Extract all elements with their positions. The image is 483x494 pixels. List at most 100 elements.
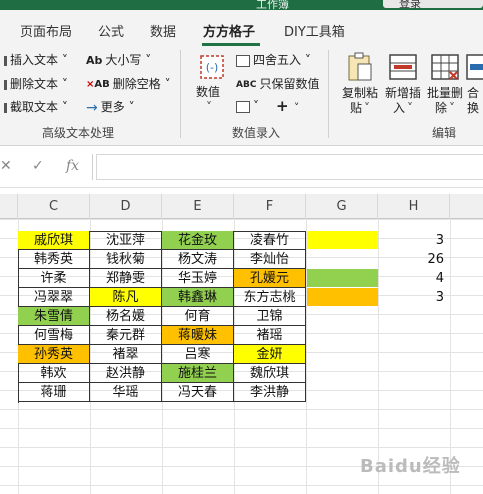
confirm-icon[interactable]: ✓: [32, 158, 44, 174]
formula-input[interactable]: [96, 154, 483, 180]
table-cell[interactable]: 杨文涛: [162, 250, 234, 269]
table-cell[interactable]: 何育: [162, 307, 234, 326]
merge-label-1: 合: [467, 86, 480, 100]
table-cell[interactable]: 华玉婷: [162, 269, 234, 288]
table-cell[interactable]: 杨名媛: [90, 307, 162, 326]
legend-green-cell[interactable]: [307, 269, 378, 287]
table-cell[interactable]: 朱雪倩: [18, 307, 90, 326]
delete-text-icon: [4, 79, 7, 90]
column-header-d[interactable]: D: [90, 194, 162, 219]
font-case-button[interactable]: Ab 大小写 ˅: [86, 53, 151, 68]
tab-data[interactable]: 数据: [150, 21, 176, 40]
table-cell[interactable]: 沈亚萍: [90, 231, 162, 250]
table-delete-icon: [431, 54, 459, 80]
cut-text-icon: [4, 102, 7, 113]
round-button[interactable]: 四舍五入 ˅: [236, 53, 311, 67]
table-cell[interactable]: 孙秀英: [18, 345, 90, 364]
tab-fangfang[interactable]: 方方格子: [203, 21, 255, 40]
batch-delete-button[interactable]: 批量删 除 ˅: [425, 52, 467, 122]
ribbon: 插入文本 ˅ 删除文本 ˅ 截取文本 ˅ Ab 大小写 ˅ ×AB 删除空格 ˅ →…: [0, 46, 483, 146]
edit-group-label: 编辑: [432, 126, 457, 140]
table-cell[interactable]: 韩鑫琳: [162, 288, 234, 307]
legend-yellow-cell[interactable]: [307, 231, 378, 249]
table-cell[interactable]: 戚欣琪: [18, 231, 90, 250]
table-cell[interactable]: 褚翠: [90, 345, 162, 364]
svg-text:(-): (-): [206, 61, 219, 74]
count-cell[interactable]: 26: [378, 250, 450, 269]
count-cell[interactable]: 3: [378, 288, 450, 307]
value-button[interactable]: (-) 数值 ˅: [194, 54, 230, 122]
table-cell[interactable]: 花金玫: [162, 231, 234, 250]
table-cell[interactable]: 蒋珊: [18, 383, 90, 402]
add-button[interactable]: + ˅: [276, 99, 299, 115]
column-header-g[interactable]: G: [306, 194, 378, 219]
column-header-h[interactable]: H: [378, 194, 450, 219]
text-group-label: 高级文本处理: [42, 126, 115, 140]
table-cell[interactable]: 凌春竹: [234, 231, 306, 250]
table-cell[interactable]: 金妍: [234, 345, 306, 364]
chevron-down-icon: ˅: [364, 101, 370, 115]
table-cell[interactable]: 蒋暖妹: [162, 326, 234, 345]
function-icon[interactable]: fx: [66, 158, 79, 174]
tab-diy-toolbox[interactable]: DIY工具箱: [284, 21, 345, 40]
count-cell[interactable]: 4: [378, 269, 450, 288]
delete-text-button[interactable]: 删除文本 ˅: [4, 77, 68, 91]
plus-icon: +: [276, 97, 289, 115]
new-insert-button[interactable]: 新增插 入 ˅: [383, 52, 425, 122]
worksheet-grid[interactable]: C D E F G H 3 26 4 3 戚欣琪 沈亚萍 花金玫 凌春竹 韩秀英 钱秋菊杨…: [0, 188, 483, 494]
table-cell[interactable]: 施桂兰: [162, 364, 234, 383]
table-cell[interactable]: 李洪静: [234, 383, 306, 402]
more-button[interactable]: → 更多 ˅: [86, 100, 135, 115]
table-cell[interactable]: 东方志桃: [234, 288, 306, 307]
delete-space-button[interactable]: ×AB 删除空格 ˅: [86, 77, 171, 92]
font-case-label: 大小写: [105, 53, 142, 67]
table-cell[interactable]: 冯天春: [162, 383, 234, 402]
table-cell[interactable]: 赵洪静: [90, 364, 162, 383]
merge-button[interactable]: 合 换: [466, 52, 483, 122]
formula-bar-separator: [92, 154, 93, 180]
case-icon: Ab: [86, 53, 103, 67]
column-header-e[interactable]: E: [162, 194, 234, 219]
table-cell[interactable]: 秦元群: [90, 326, 162, 345]
table-cell[interactable]: 吕寒: [162, 345, 234, 364]
table-cell[interactable]: 李灿怡: [234, 250, 306, 269]
insert-text-icon: [4, 55, 7, 66]
keep-value-button[interactable]: ABC 只保留数值: [236, 77, 319, 92]
copy-paste-label-1: 复制粘: [342, 86, 379, 100]
cut-text-button[interactable]: 截取文本 ˅: [4, 100, 68, 114]
fill-button[interactable]: ˅: [236, 99, 259, 113]
insert-text-button[interactable]: 插入文本 ˅: [4, 53, 68, 67]
table-cell[interactable]: 许柔: [18, 269, 90, 288]
table-cell[interactable]: 孔媛元: [234, 269, 306, 288]
table-cell[interactable]: 韩欢: [18, 364, 90, 383]
copy-paste-button[interactable]: 复制粘 贴 ˅: [340, 52, 382, 122]
table-cell[interactable]: 钱秋菊: [90, 250, 162, 269]
table-cell[interactable]: 褚瑶: [234, 326, 306, 345]
column-header-c[interactable]: C: [18, 194, 90, 219]
cut-text-label: 截取文本: [10, 100, 59, 114]
batch-delete-label-2: 除: [435, 101, 448, 115]
table-cell[interactable]: 郑静雯: [90, 269, 162, 288]
gridline: [306, 219, 307, 494]
copy-paste-label-2: 贴: [350, 101, 363, 115]
user-pill[interactable]: [383, 0, 483, 8]
table-cell[interactable]: 魏欣琪: [234, 364, 306, 383]
count-cell[interactable]: 3: [378, 231, 450, 250]
insert-text-label: 插入文本: [10, 53, 59, 67]
tab-formulas[interactable]: 公式: [98, 21, 124, 40]
table-cell[interactable]: 韩秀英: [18, 250, 90, 269]
cancel-icon[interactable]: ✕: [0, 158, 12, 174]
column-header-f[interactable]: F: [234, 194, 306, 219]
table-cell[interactable]: 华瑶: [90, 383, 162, 402]
legend-orange-cell[interactable]: [307, 288, 378, 306]
chevron-down-icon: ˅: [407, 101, 413, 115]
tab-page-layout[interactable]: 页面布局: [20, 21, 72, 40]
table-cell[interactable]: 卫锦: [234, 307, 306, 326]
new-insert-label-2: 入: [393, 101, 406, 115]
table-cell[interactable]: 冯翠翠: [18, 288, 90, 307]
table-cell[interactable]: 何雪梅: [18, 326, 90, 345]
table-cell[interactable]: 陈凡: [90, 288, 162, 307]
gridline: [0, 485, 483, 486]
delete-space-icon: ×AB: [86, 78, 110, 90]
column-headers: C D E F G H: [0, 194, 483, 219]
